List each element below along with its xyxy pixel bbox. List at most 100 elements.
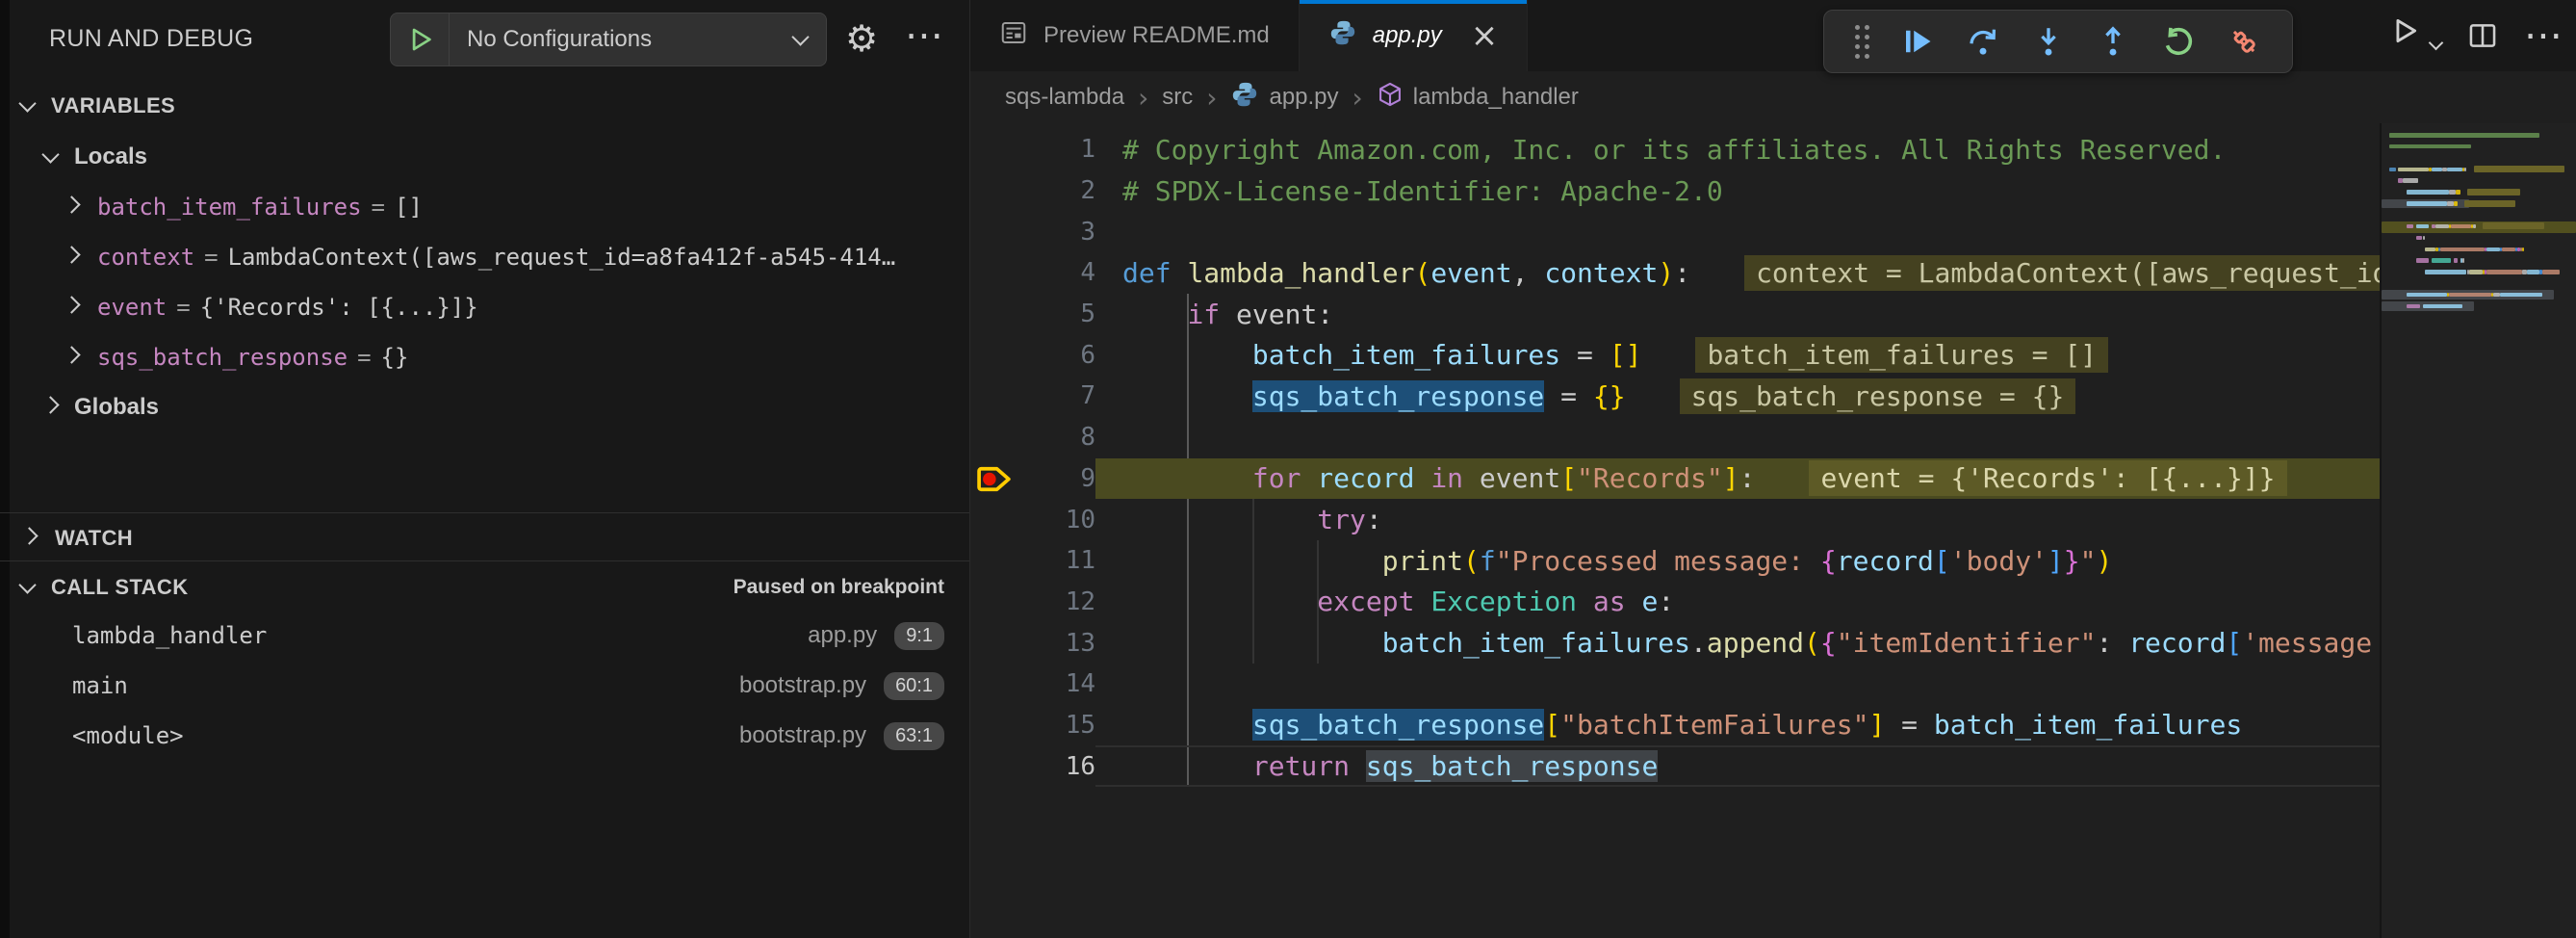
variable-name: event <box>97 294 167 321</box>
watch-section-header[interactable]: WATCH <box>0 515 969 560</box>
gutter[interactable] <box>970 664 1020 705</box>
scope-locals[interactable]: Locals <box>0 133 969 181</box>
markdown-preview-icon <box>999 18 1028 54</box>
line-number: 12 <box>1020 587 1095 616</box>
gear-icon[interactable]: ⚙ <box>845 17 878 60</box>
inline-debug-value: event = {'Records': [{...}]} <box>1809 460 2286 496</box>
code-line-10[interactable]: 10 try: <box>970 499 2382 540</box>
launch-config-dropdown[interactable]: No Configurations <box>390 13 827 66</box>
gutter[interactable] <box>970 294 1020 335</box>
breadcrumb-item[interactable]: lambda_handler <box>1377 81 1579 115</box>
step-out-button[interactable] <box>2096 24 2130 59</box>
gutter[interactable] <box>970 745 1020 787</box>
chevron-down-icon <box>44 148 57 166</box>
variable-row[interactable]: context=LambdaContext([aws_request_id=a8… <box>0 233 969 281</box>
variable-value: {} <box>381 344 409 371</box>
step-over-button[interactable] <box>1966 24 2000 59</box>
gutter[interactable] <box>970 582 1020 623</box>
code-line-7[interactable]: 7 sqs_batch_response = {}sqs_batch_respo… <box>970 376 2382 417</box>
variable-row[interactable]: batch_item_failures=[] <box>0 183 969 231</box>
frame-name: lambda_handler <box>72 622 808 649</box>
code-line-13[interactable]: 13 batch_item_failures.append({"itemIden… <box>970 622 2382 664</box>
gutter[interactable] <box>970 705 1020 746</box>
restart-button[interactable] <box>2161 24 2196 59</box>
breakpoint-current-icon[interactable] <box>976 461 1015 497</box>
start-debug-icon[interactable] <box>406 25 435 54</box>
run-button[interactable] <box>2388 14 2441 57</box>
variable-row[interactable]: sqs_batch_response={} <box>0 333 969 381</box>
breadcrumb-item[interactable]: sqs-lambda <box>1005 84 1124 111</box>
gutter[interactable] <box>970 622 1020 664</box>
callstack-frame[interactable]: <module>bootstrap.py63:1 <box>0 711 969 761</box>
gutter[interactable] <box>970 499 1020 540</box>
breadcrumb-item[interactable]: src <box>1162 84 1193 111</box>
gutter[interactable] <box>970 334 1020 376</box>
breadcrumb: sqs-lambda›src›app.py›lambda_handler <box>970 71 2574 123</box>
code-editor[interactable]: 1# Copyright Amazon.com, Inc. or its aff… <box>970 123 2576 938</box>
code-line-9[interactable]: 9 for record in event["Records"]:event =… <box>970 458 2382 500</box>
chevron-right-icon <box>23 530 36 547</box>
more-actions-icon[interactable]: ⋯ <box>905 13 945 58</box>
line-number: 3 <box>1020 218 1095 247</box>
line-content: batch_item_failures.append({"itemIdentif… <box>1095 622 2382 664</box>
gutter[interactable] <box>970 417 1020 458</box>
gutter[interactable] <box>970 170 1020 212</box>
line-number: 14 <box>1020 669 1095 698</box>
chevron-right-icon <box>65 349 78 366</box>
code-line-11[interactable]: 11 print(f"Processed message: {record['b… <box>970 540 2382 582</box>
code-line-12[interactable]: 12 except Exception as e: <box>970 582 2382 623</box>
code-line-14[interactable]: 14 <box>970 664 2382 705</box>
callstack-frame[interactable]: lambda_handlerapp.py9:1 <box>0 611 969 661</box>
gutter[interactable] <box>970 540 1020 582</box>
callstack-frame[interactable]: mainbootstrap.py60:1 <box>0 661 969 711</box>
tab-label: Preview README.md <box>1043 22 1270 49</box>
gutter[interactable] <box>970 376 1020 417</box>
code-line-3[interactable]: 3 <box>970 211 2382 252</box>
breadcrumb-label: app.py <box>1269 84 1338 111</box>
variable-value: LambdaContext([aws_request_id=a8fa412f-a… <box>228 244 896 271</box>
gutter[interactable] <box>970 211 1020 252</box>
step-into-button[interactable] <box>2031 24 2066 59</box>
chevron-down-icon <box>794 31 807 48</box>
callstack-section-header[interactable]: CALL STACK Paused on breakpoint <box>0 563 969 612</box>
code-line-16[interactable]: 16 return sqs_batch_response <box>970 745 2382 787</box>
continue-button[interactable] <box>1900 24 1935 59</box>
line-content <box>1095 211 2382 252</box>
tab-preview-readme-md[interactable]: Preview README.md <box>970 0 1300 71</box>
split-editor-button[interactable] <box>2466 19 2499 52</box>
gutter[interactable] <box>970 458 1020 500</box>
line-number: 1 <box>1020 135 1095 164</box>
code-line-2[interactable]: 2# SPDX-License-Identifier: Apache-2.0 <box>970 170 2382 212</box>
variable-name: sqs_batch_response <box>97 344 348 371</box>
gutter[interactable] <box>970 252 1020 294</box>
chevron-right-icon <box>65 248 78 266</box>
variable-value: [] <box>395 194 423 221</box>
drag-handle[interactable] <box>1855 25 1869 59</box>
frame-position-badge: 63:1 <box>884 722 944 750</box>
frame-position-badge: 60:1 <box>884 672 944 700</box>
frame-name: main <box>72 672 739 699</box>
code-line-5[interactable]: 5 if event: <box>970 294 2382 335</box>
minimap[interactable] <box>2382 123 2576 938</box>
code-line-1[interactable]: 1# Copyright Amazon.com, Inc. or its aff… <box>970 129 2382 170</box>
tab-app-py[interactable]: app.py× <box>1300 0 1529 71</box>
variable-row[interactable]: event={'Records': [{...}]} <box>0 283 969 331</box>
line-content <box>1095 664 2382 705</box>
disconnect-button[interactable] <box>2227 24 2261 59</box>
variables-section-header[interactable]: VARIABLES <box>0 85 969 127</box>
code-line-8[interactable]: 8 <box>970 417 2382 458</box>
scope-globals[interactable]: Globals <box>0 383 969 431</box>
close-icon[interactable]: × <box>1471 19 1499 52</box>
line-content: return sqs_batch_response <box>1095 745 2382 787</box>
breadcrumb-label: sqs-lambda <box>1005 84 1124 111</box>
line-number: 4 <box>1020 258 1095 287</box>
paused-status: Paused on breakpoint <box>734 576 944 599</box>
breadcrumb-item[interactable]: app.py <box>1230 80 1338 116</box>
line-number: 2 <box>1020 176 1095 205</box>
code-line-6[interactable]: 6 batch_item_failures = []batch_item_fai… <box>970 334 2382 376</box>
gutter[interactable] <box>970 129 1020 170</box>
config-dropdown-label: No Configurations <box>467 26 794 53</box>
code-line-15[interactable]: 15 sqs_batch_response["batchItemFailures… <box>970 705 2382 746</box>
more-button[interactable]: ⋯ <box>2524 26 2563 45</box>
code-line-4[interactable]: 4def lambda_handler(event, context):cont… <box>970 252 2382 294</box>
